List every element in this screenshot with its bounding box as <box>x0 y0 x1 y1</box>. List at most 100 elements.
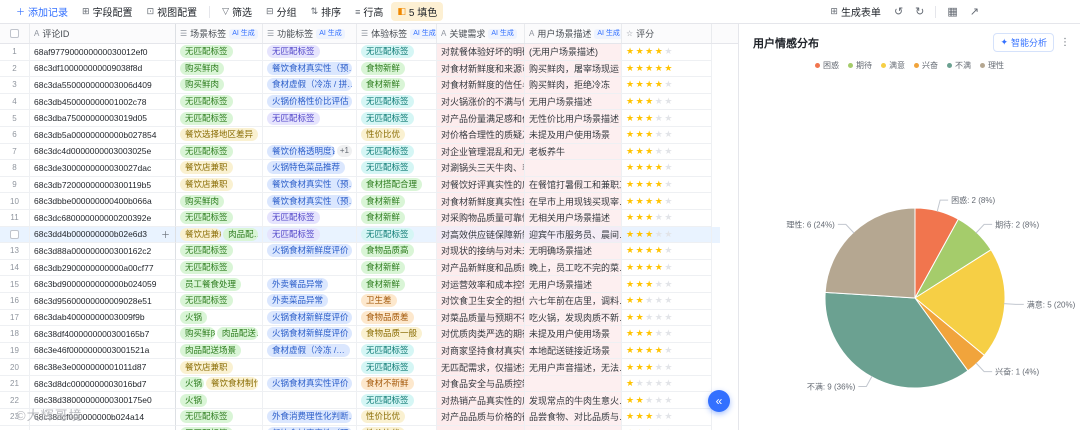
function-tags-cell[interactable]: 无匹配标签 <box>263 226 357 244</box>
row-checkbox[interactable] <box>10 229 19 239</box>
row-number-cell[interactable]: 19 <box>0 342 30 360</box>
comment-id-cell[interactable]: 68c3db2900000000000a00cf77 <box>30 259 176 277</box>
table-row[interactable]: 8 68c3de3000000000030027dac 餐饮店兼职 火锅特色菜品推荐 无… <box>0 160 738 177</box>
star-icon[interactable]: ★ <box>664 411 674 422</box>
scene-desc-cell[interactable]: 迎宾午市服务员、晨间… <box>525 226 622 244</box>
row-number-cell[interactable]: 16 <box>0 292 30 310</box>
star-icon[interactable]: ★ <box>645 46 655 57</box>
header-select-all[interactable] <box>0 24 30 43</box>
scene-tags-cell[interactable]: 无匹配标签 <box>176 425 263 430</box>
star-icon[interactable]: ★ <box>645 179 655 190</box>
smart-analyze-button[interactable]: ✦ 智能分析 <box>993 33 1054 52</box>
table-row[interactable]: 16 68c3d95600000000009028e51 无匹配标签 外卖菜品异常 卫生… <box>0 292 738 310</box>
tag-pill[interactable]: 肉品配送场景 <box>180 343 242 357</box>
row-number-cell[interactable]: 6 <box>0 126 30 144</box>
row-number-cell[interactable]: 18 <box>0 326 30 343</box>
comment-id-cell[interactable]: 68c3e46f0000000003001521a <box>30 342 176 360</box>
star-icon[interactable]: ★ <box>626 262 636 273</box>
scene-desc-cell[interactable] <box>525 425 622 430</box>
row-height-button[interactable]: ≡ 行高 <box>349 2 389 21</box>
key-need-cell[interactable]: 对企业管理混乱和无序… <box>437 143 525 161</box>
tag-pill[interactable]: 外卖菜品异常 <box>267 294 329 308</box>
scene-desc-cell[interactable]: 无相关用户场景描述 <box>525 209 622 227</box>
table-row[interactable]: 68c3dd4b000000000b02e6d3 ＋ 餐饮店兼职肉品配… 无匹配标签 无… <box>0 226 738 244</box>
scene-tags-cell[interactable]: 火锅 餐饮食材制作 <box>176 375 263 393</box>
header-comment-id[interactable]: A 评论ID <box>30 24 176 43</box>
star-icon[interactable]: ★ <box>664 113 674 124</box>
scene-tags-cell[interactable]: 无匹配标签 <box>176 209 263 227</box>
scene-desc-cell[interactable]: 未提及用户使用场景 <box>525 326 622 343</box>
star-icon[interactable]: ★ <box>645 229 655 240</box>
star-icon[interactable]: ★ <box>626 212 636 223</box>
star-icon[interactable]: ★ <box>636 113 646 124</box>
star-icon[interactable]: ★ <box>664 262 674 273</box>
scene-tags-cell[interactable]: 员工餐食处理 <box>176 276 263 293</box>
table-row[interactable]: 3 68c3da550000000003006d409 购买鲜肉 食材虚假（冷冻 / … <box>0 77 738 94</box>
scene-tags-cell[interactable]: 购买鲜肉肉品配送… <box>176 326 263 343</box>
rating-cell[interactable]: ★★★★★ <box>622 326 712 343</box>
tag-pill[interactable]: 无匹配标签 <box>180 45 233 59</box>
star-icon[interactable]: ★ <box>626 345 636 356</box>
tag-pill[interactable]: 食物品质差 <box>361 310 414 324</box>
tag-pill[interactable]: 无匹配标签 <box>267 211 320 225</box>
table-row[interactable]: 15 68c3bd9000000000000b024059 员工餐食处理 外卖餐品异常… <box>0 276 738 293</box>
tag-pill[interactable]: 无匹配标签 <box>180 95 233 109</box>
scene-desc-cell[interactable]: 晚上，员工吃不完的菜… <box>525 259 622 277</box>
rating-cell[interactable]: ★★★★★ <box>622 359 712 376</box>
star-icon[interactable]: ★ <box>645 262 655 273</box>
star-icon[interactable]: ★ <box>636 345 646 356</box>
scene-desc-cell[interactable]: 无用户声音描述，无法… <box>525 359 622 376</box>
experience-tags-cell[interactable]: 无匹配标签 <box>357 93 437 111</box>
star-icon[interactable]: ★ <box>636 378 646 389</box>
star-icon[interactable]: ★ <box>636 196 646 207</box>
key-need-cell[interactable]: 对现状的接纳与对未来… <box>437 243 525 260</box>
key-need-cell[interactable]: 对菜品质量与预期不符… <box>437 309 525 327</box>
row-number-cell[interactable]: 13 <box>0 243 30 260</box>
tag-pill[interactable]: 火锅食材新鲜度评价 <box>267 327 352 341</box>
row-number-cell[interactable]: 1 <box>0 44 30 61</box>
scene-desc-cell[interactable]: (无用户场景描述) <box>525 44 622 61</box>
tag-pill[interactable]: 购买鲜肉 <box>180 61 225 75</box>
experience-tags-cell[interactable]: 食材新鲜 <box>357 209 437 227</box>
tag-pill[interactable]: 无匹配标签 <box>180 111 233 125</box>
tag-pill[interactable]: 火锅 <box>180 393 208 407</box>
experience-tags-cell[interactable]: 无匹配标签 <box>357 160 437 177</box>
experience-tags-cell[interactable]: 无匹配标签 <box>357 342 437 360</box>
function-tags-cell[interactable]: 无匹配标签 <box>263 44 357 61</box>
star-icon[interactable]: ★ <box>626 162 636 173</box>
scene-tags-cell[interactable]: 无匹配标签 <box>176 93 263 111</box>
key-need-cell[interactable]: 对采购物品质量可靠性… <box>437 209 525 227</box>
tag-pill[interactable]: 火锅食材新鲜度评价 <box>267 310 352 324</box>
tag-pill[interactable]: 火锅 <box>180 377 204 391</box>
key-need-cell[interactable]: 对餐饮好评真实性的质… <box>437 176 525 194</box>
star-icon[interactable]: ★ <box>664 362 674 373</box>
star-icon[interactable]: ★ <box>626 129 636 140</box>
key-need-cell[interactable]: 对火锅涨价的不满与性… <box>437 93 525 111</box>
experience-tags-cell[interactable]: 食材搭配合理 <box>357 176 437 194</box>
star-icon[interactable]: ★ <box>636 79 646 90</box>
tag-pill[interactable]: 无匹配标签 <box>180 211 233 225</box>
tag-pill[interactable]: 食材虚假（冷冻 /… <box>267 343 350 357</box>
table-row[interactable]: 13 68c3d88a000000000300162c2 无匹配标签 火锅食材新鲜度评… <box>0 243 738 260</box>
star-icon[interactable]: ★ <box>626 245 636 256</box>
tag-pill[interactable]: 无匹配标签 <box>267 111 320 125</box>
star-icon[interactable]: ★ <box>645 279 655 290</box>
rating-cell[interactable]: ★★★★★ <box>622 392 712 410</box>
key-need-cell[interactable]: 对热销产品真实性的质… <box>437 392 525 410</box>
tag-pill[interactable]: 餐饮选择地区差异 <box>180 128 258 142</box>
star-icon[interactable]: ★ <box>636 362 646 373</box>
rating-cell[interactable]: ★★★★★ <box>622 176 712 194</box>
scene-desc-cell[interactable]: 吃火锅，发现肉质不新… <box>525 309 622 327</box>
scene-tags-cell[interactable]: 购买鲜肉 <box>176 193 263 210</box>
star-icon[interactable]: ★ <box>655 79 665 90</box>
tag-pill[interactable]: 无匹配标签 <box>361 360 414 374</box>
tag-pill[interactable]: 食物品质高 <box>361 244 414 258</box>
star-icon[interactable]: ★ <box>626 295 636 306</box>
star-icon[interactable]: ★ <box>664 146 674 157</box>
row-number-cell[interactable]: 5 <box>0 110 30 127</box>
tag-pill[interactable]: 性价比优 <box>361 128 406 142</box>
comment-id-cell[interactable]: 68c3da550000000003006d409 <box>30 77 176 94</box>
row-number-cell[interactable]: 20 <box>0 359 30 376</box>
tag-pill[interactable]: 食物品质一般 <box>361 327 423 341</box>
comment-id-cell[interactable]: 68c38d38000000000300175e0 <box>30 392 176 410</box>
